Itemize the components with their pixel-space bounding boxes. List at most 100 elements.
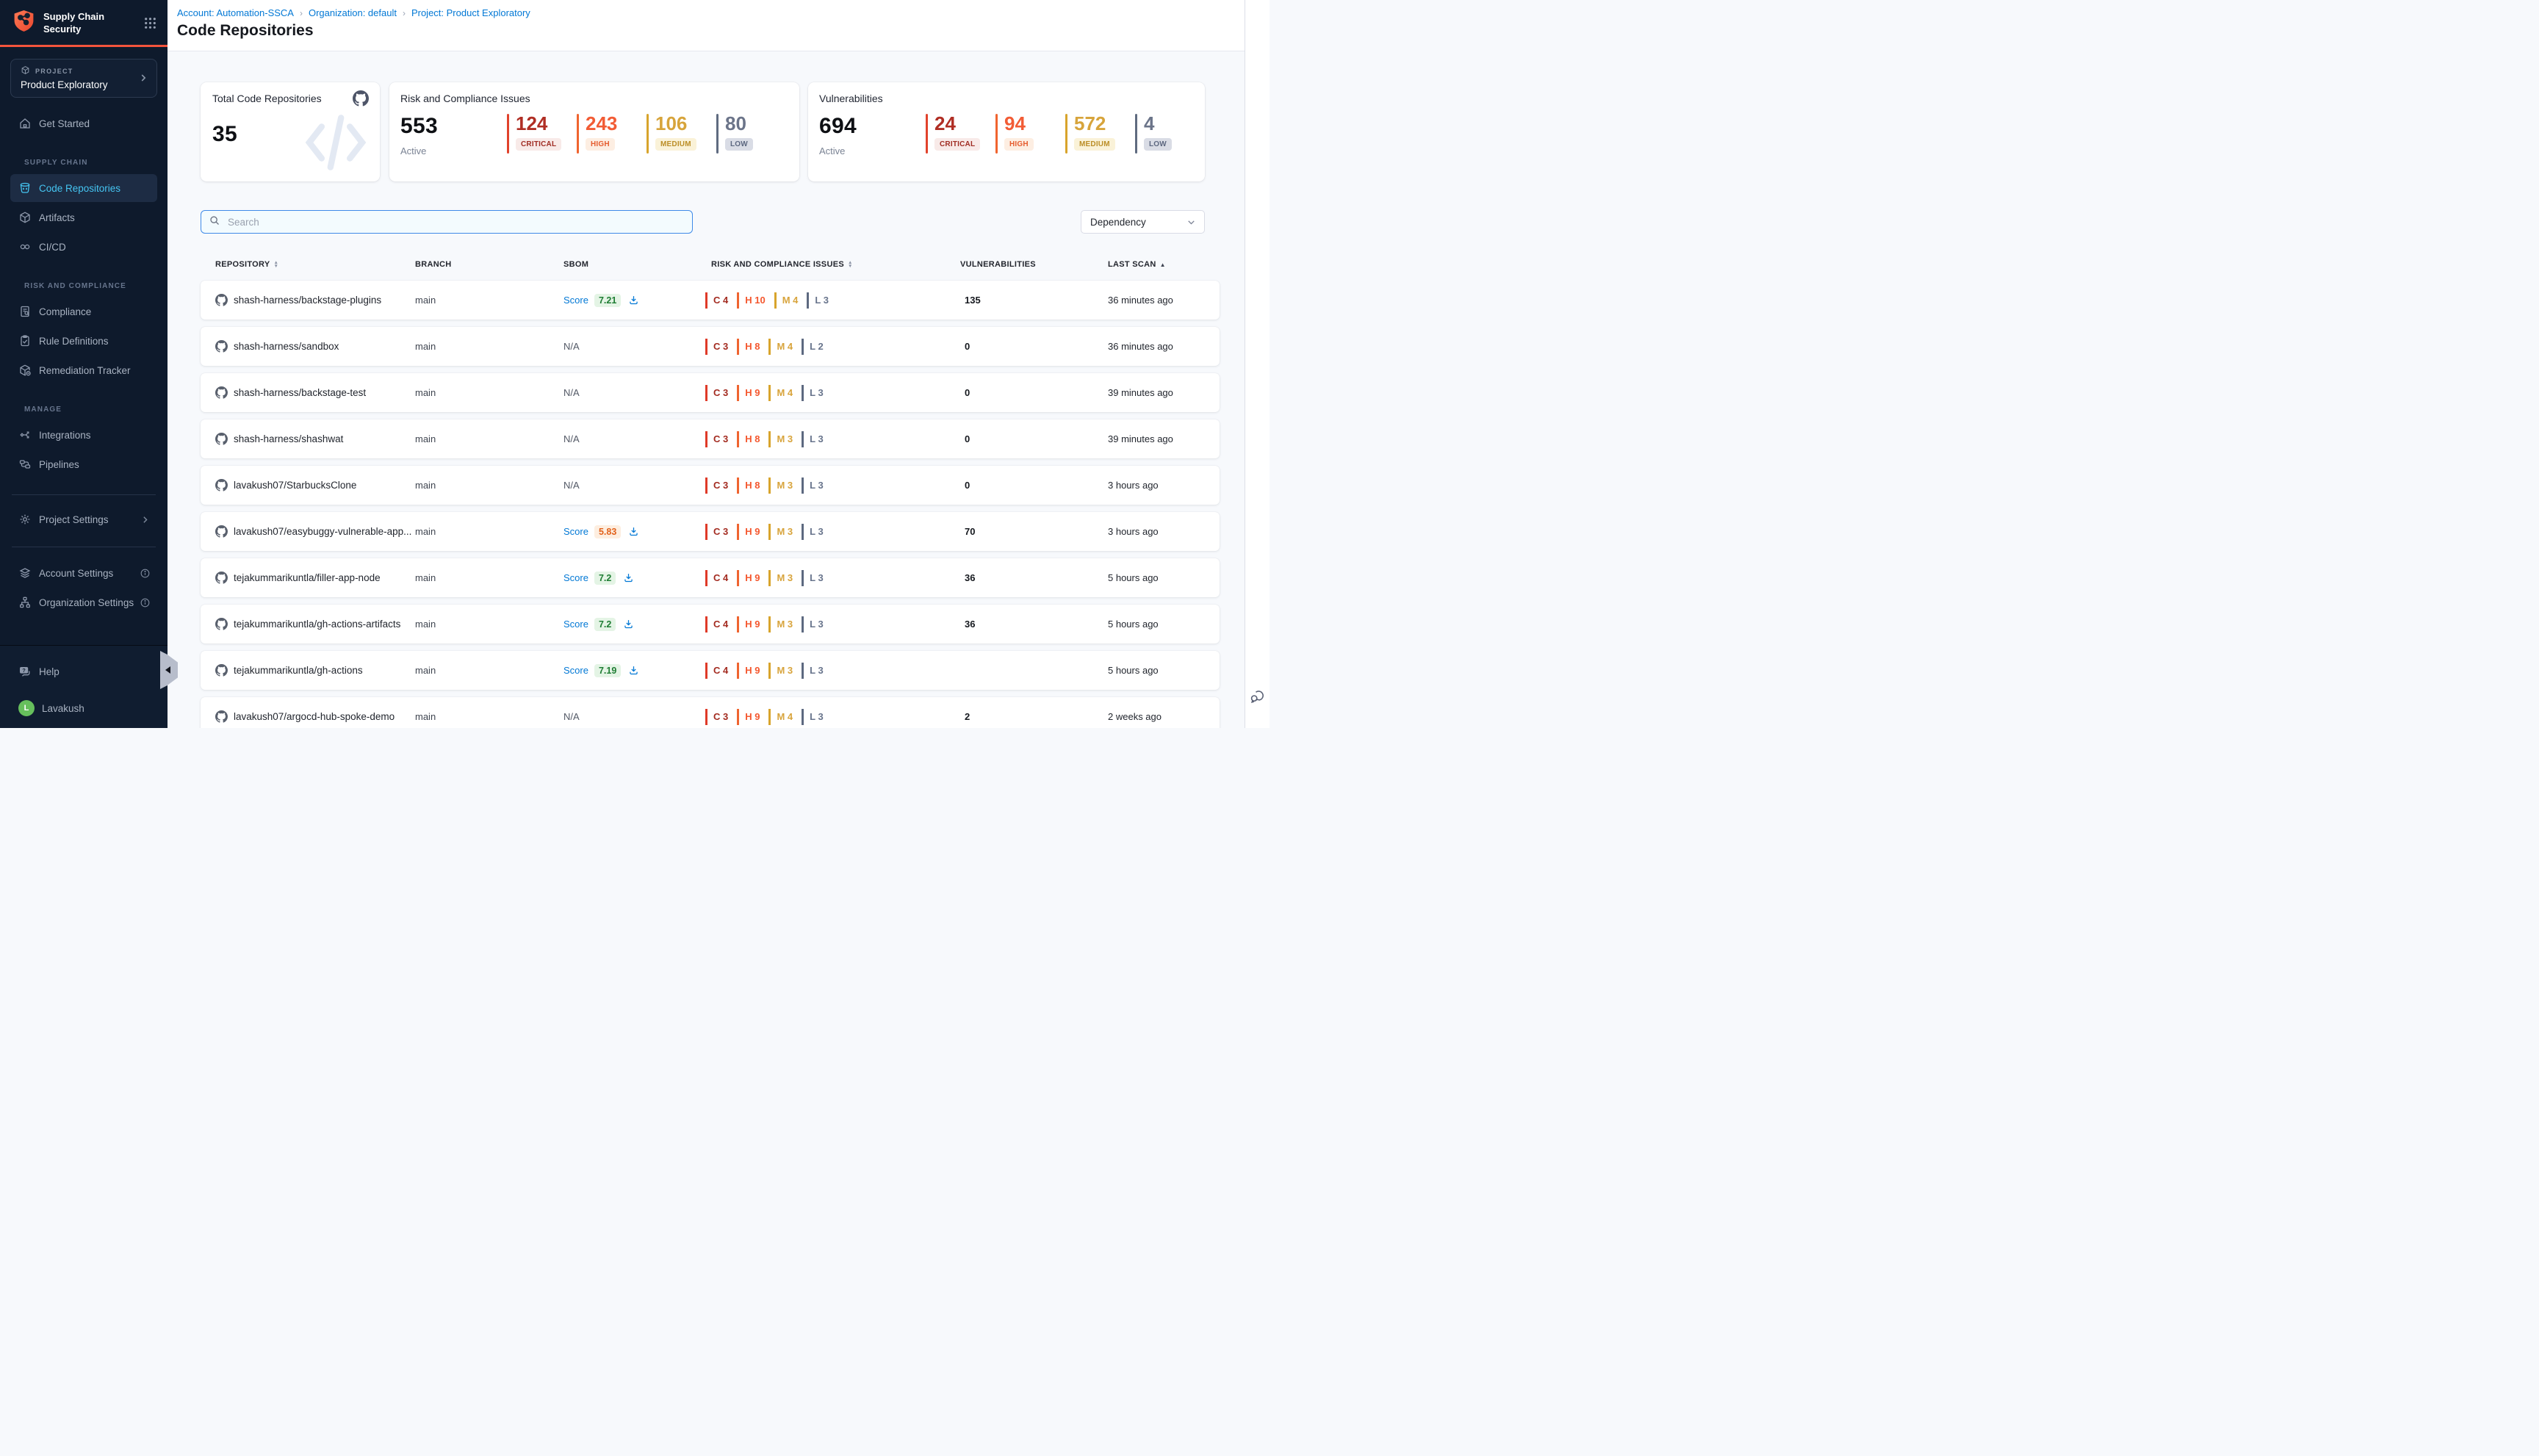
breadcrumb-link-2[interactable]: Project: Product Exploratory [411, 7, 530, 18]
sidebar-item-artifacts[interactable]: Artifacts [10, 203, 157, 231]
severity-chip-low: L 3 [802, 477, 824, 494]
github-icon [215, 710, 228, 723]
cicd-icon [18, 240, 32, 253]
project-name: Product Exploratory [21, 79, 108, 90]
breadcrumb-link-0[interactable]: Account: Automation-SSCA [177, 7, 294, 18]
severity-chip-medium: M 3 [768, 616, 793, 633]
table-row[interactable]: tejakummarikuntla/filler-app-nodemainSco… [201, 558, 1220, 597]
breadcrumb-separator-icon: › [403, 8, 406, 18]
sidebar-item-organization-settings[interactable]: Organization Settings [10, 588, 157, 616]
sidebar-item-project-settings[interactable]: Project Settings [10, 505, 157, 533]
app-grid-menu-icon[interactable] [143, 16, 157, 30]
sidebar-item-pipelines[interactable]: Pipelines [10, 450, 157, 478]
table-row[interactable]: tejakummarikuntla/gh-actionsmainScore7.1… [201, 651, 1220, 690]
column-header-risk-and-compliance-issues[interactable]: RISK AND COMPLIANCE ISSUES ▲▼ [711, 260, 960, 269]
section-header-risk-and-compliance: RISK AND COMPLIANCE [24, 283, 156, 290]
sidebar-item-rule-definitions[interactable]: Rule Definitions [10, 327, 157, 355]
download-sbom-icon[interactable] [628, 665, 639, 676]
column-label: RISK AND COMPLIANCE ISSUES [711, 260, 844, 269]
github-icon [215, 479, 228, 491]
rule-definitions-icon [18, 334, 32, 347]
risk-issues-cell: C 3H 9M 4L 3 [705, 385, 960, 401]
risk-issues-cell: C 4H 9M 3L 3 [705, 616, 960, 633]
download-sbom-icon[interactable] [628, 295, 639, 306]
sbom-score-badge: 7.2 [594, 572, 616, 585]
chevron-down-icon [1186, 217, 1197, 228]
vulnerabilities-cell: 0 [960, 480, 1108, 491]
breadcrumb-link-1[interactable]: Organization: default [309, 7, 397, 18]
download-sbom-icon[interactable] [623, 619, 634, 630]
github-icon [215, 572, 228, 584]
sidebar-item-remediation-tracker[interactable]: Remediation Tracker [10, 356, 157, 384]
summary-cards: Total Code Repositories 35 Risk and Comp… [201, 82, 1245, 181]
severity-count: 94 [1004, 114, 1034, 133]
sidebar-item-compliance[interactable]: Compliance [10, 298, 157, 325]
organization-settings-icon [18, 596, 32, 609]
project-box-icon [21, 65, 30, 76]
table-row[interactable]: shash-harness/backstage-pluginsmainScore… [201, 281, 1220, 320]
last-scan-cell: 39 minutes ago [1108, 387, 1220, 398]
column-header-repository[interactable]: REPOSITORY▲▼ [215, 260, 415, 269]
sidebar-item-label: Compliance [39, 306, 91, 317]
sort-icon: ▲▼ [848, 261, 853, 269]
sbom-score-badge: 7.2 [594, 618, 616, 631]
branch-cell: main [415, 619, 563, 630]
sbom-score-link[interactable]: Score [563, 295, 588, 306]
vulnerability-severity-stats: 24CRITICAL94HIGH572MEDIUM4LOW [926, 114, 1205, 156]
sidebar-item-label: Pipelines [39, 459, 79, 470]
last-scan-cell: 5 hours ago [1108, 619, 1220, 630]
branch-cell: main [415, 526, 563, 537]
sidebar-item-label: CI/CD [39, 242, 66, 253]
severity-chip-critical: C 4 [705, 292, 728, 309]
severity-badge: LOW [1144, 138, 1172, 151]
severity-chip-low: L 3 [802, 709, 824, 725]
dependency-filter-select[interactable]: Dependency [1081, 210, 1205, 234]
project-selector[interactable]: PROJECT Product Exploratory [10, 59, 157, 98]
sidebar-item-label: Organization Settings [39, 597, 134, 608]
last-scan-cell: 2 weeks ago [1108, 711, 1220, 722]
sidebar-item-help[interactable]: ? Help [10, 657, 157, 685]
table-row[interactable]: shash-harness/shashwatmainN/AC 3H 8M 3L … [201, 419, 1220, 458]
section-header-manage: MANAGE [24, 406, 156, 414]
info-icon [140, 597, 151, 608]
table-row[interactable]: lavakush07/argocd-hub-spoke-demomainN/AC… [201, 697, 1220, 728]
sbom-na: N/A [563, 480, 580, 491]
home-icon [18, 117, 32, 130]
severity-count: 572 [1074, 114, 1115, 133]
sbom-cell: Score 7.2 [563, 572, 711, 585]
user-menu[interactable]: L Lavakush [10, 694, 157, 722]
sbom-score-link[interactable]: Score [563, 526, 588, 537]
download-sbom-icon[interactable] [628, 526, 639, 537]
severity-bar [995, 114, 998, 154]
support-chat-icon[interactable] [1249, 688, 1267, 709]
table-row[interactable]: lavakush07/easybuggy-vulnerable-app...ma… [201, 512, 1220, 551]
column-header-last-scan[interactable]: LAST SCAN▲ [1108, 260, 1220, 269]
severity-chip-medium: M 3 [768, 477, 793, 494]
sidebar-item-ci-cd[interactable]: CI/CD [10, 233, 157, 261]
section-header-supply-chain: SUPPLY CHAIN [24, 159, 156, 167]
sidebar: Supply Chain Security PROJECT Product Ex… [0, 0, 168, 728]
severity-bar [577, 114, 579, 154]
avatar: L [18, 700, 35, 716]
search-input[interactable] [226, 216, 685, 228]
sidebar-item-integrations[interactable]: Integrations [10, 421, 157, 449]
sbom-score-link[interactable]: Score [563, 619, 588, 630]
sidebar-item-label: Account Settings [39, 568, 113, 579]
sidebar-item-account-settings[interactable]: Account Settings [10, 559, 157, 587]
vulnerabilities-value: 694 [819, 114, 926, 139]
sidebar-item-code-repositories[interactable]: Code Repositories [10, 174, 157, 202]
sbom-na: N/A [563, 341, 580, 352]
repository-name: lavakush07/StarbucksClone [234, 480, 356, 491]
download-sbom-icon[interactable] [623, 572, 634, 583]
sbom-score-link[interactable]: Score [563, 572, 588, 583]
table-row[interactable]: shash-harness/backstage-testmainN/AC 3H … [201, 373, 1220, 412]
sbom-score-link[interactable]: Score [563, 665, 588, 676]
table-row[interactable]: shash-harness/sandboxmainN/AC 3H 8M 4L 2… [201, 327, 1220, 366]
sidebar-item-get-started[interactable]: Get Started [10, 109, 157, 137]
table-row[interactable]: tejakummarikuntla/gh-actions-artifactsma… [201, 605, 1220, 644]
github-icon [215, 525, 228, 538]
user-name: Lavakush [42, 703, 84, 714]
risk-issues-cell: C 4H 10M 4L 3 [705, 292, 960, 309]
sbom-cell: N/A [563, 711, 711, 722]
table-row[interactable]: lavakush07/StarbucksClonemainN/AC 3H 8M … [201, 466, 1220, 505]
